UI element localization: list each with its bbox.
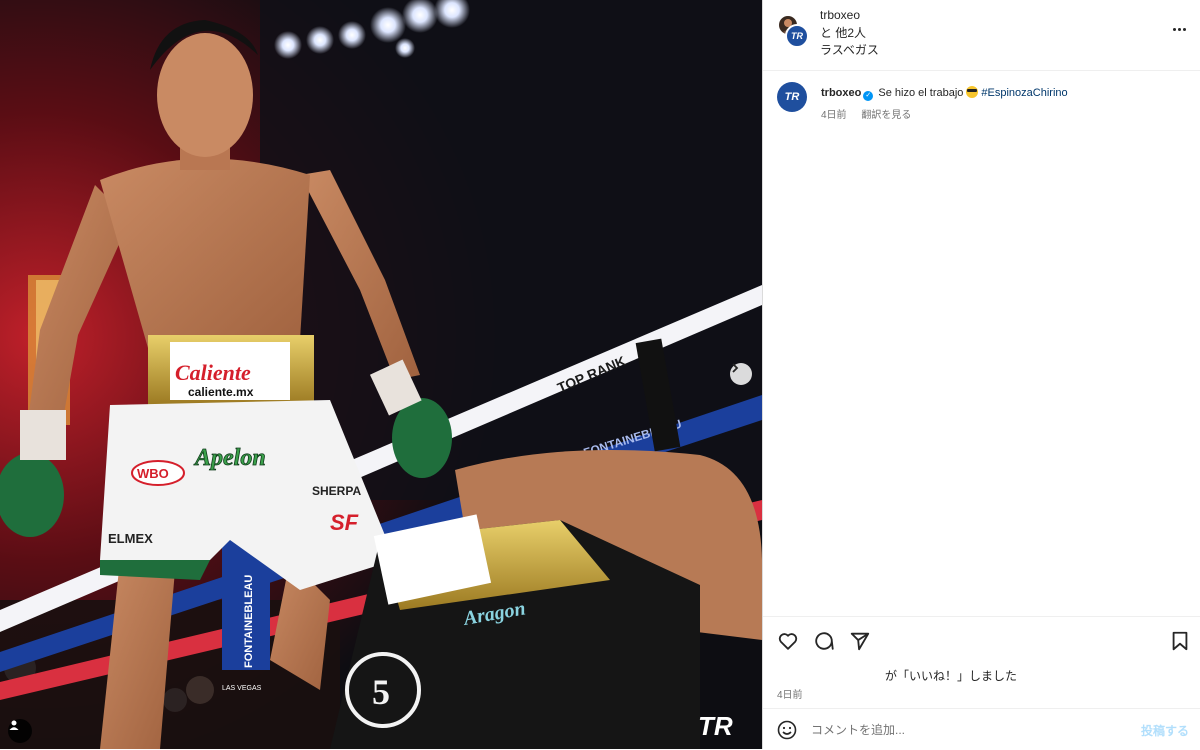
more-options-icon (1172, 27, 1186, 31)
likes-text: が「いいね！」しました (885, 669, 1018, 683)
smiley-icon (777, 720, 797, 744)
header-username[interactable]: trboxeo (820, 8, 860, 22)
post-side-panel: TR trboxeo と 他2人 ラスベガス TR trboxeo ✓ Se hi… (762, 0, 1200, 749)
caption-meta: 4日前 翻訳を見る (821, 106, 923, 121)
waistband-site: caliente.mx (188, 385, 254, 399)
waistband-brand: Caliente (175, 360, 251, 385)
action-bar: が「いいね！」しました 4日前 (763, 616, 1200, 701)
translate-link[interactable]: 翻訳を見る (861, 110, 911, 121)
caption-avatar[interactable]: TR (777, 82, 807, 112)
brand-avatar: TR (785, 24, 809, 48)
comment-bar: 投稿する (763, 708, 1200, 750)
send-icon (849, 632, 871, 656)
turnbuckle-label: FONTAINEBLEAU (243, 575, 255, 668)
bookmark-icon (1169, 631, 1191, 656)
more-options-button[interactable] (1169, 21, 1189, 37)
boxing-photo: TOP RANK FONTAINEBLEAU FONTAINEBLEAU LAS… (0, 0, 762, 749)
post-header: TR trboxeo と 他2人 ラスベガス (763, 0, 1200, 71)
sunglasses-emoji-icon (966, 86, 979, 98)
heart-icon (777, 633, 799, 656)
sponsor-sf: SF (330, 510, 359, 535)
emoji-button[interactable] (777, 720, 797, 740)
comment-input[interactable] (809, 718, 1113, 742)
photo-watermark: TR (698, 711, 733, 741)
comment-button[interactable] (813, 630, 835, 652)
user-tags-button[interactable] (8, 719, 32, 743)
caption-hashtag[interactable]: #EspinozaChirino (981, 87, 1067, 99)
opponent-trunk-number: 5 (372, 672, 390, 712)
caption-avatar-initials: TR (784, 91, 800, 103)
caption-line: trboxeo ✓ Se hizo el trabajo #EspinozaChir… (821, 86, 1068, 101)
sponsor-wbo: WBO (137, 466, 169, 481)
collab-avatars[interactable]: TR (777, 14, 809, 48)
trunk-patch: Apelon (193, 445, 266, 471)
caption-time[interactable]: 4日前 (821, 110, 847, 121)
comment-icon (813, 632, 835, 656)
avatar-initials: TR (791, 31, 803, 41)
turnbuckle-sublabel: LAS VEGAS (222, 685, 262, 692)
instagram-post-modal: TOP RANK FONTAINEBLEAU FONTAINEBLEAU LAS… (0, 0, 1200, 749)
post-comment-button[interactable]: 投稿する (1141, 722, 1189, 739)
header-collaborators[interactable]: と 他2人 (820, 24, 866, 41)
verified-badge-icon: ✓ (863, 91, 874, 101)
sponsor-elmex: ELMEX (108, 531, 153, 546)
caption-username[interactable]: trboxeo (821, 87, 861, 99)
sponsor-sherpa: SHERPA (312, 484, 361, 498)
likes-summary[interactable]: が「いいね！」しました (885, 667, 1017, 684)
save-button[interactable] (1169, 630, 1191, 652)
post-photo[interactable]: TOP RANK FONTAINEBLEAU FONTAINEBLEAU LAS… (0, 0, 762, 749)
share-button[interactable] (849, 630, 871, 652)
header-location[interactable]: ラスベガス (820, 41, 879, 58)
like-button[interactable] (777, 630, 799, 652)
next-photo-button[interactable] (730, 363, 752, 385)
post-date[interactable]: 4日前 (777, 686, 803, 701)
caption-text: Se hizo el trabajo (878, 87, 964, 99)
